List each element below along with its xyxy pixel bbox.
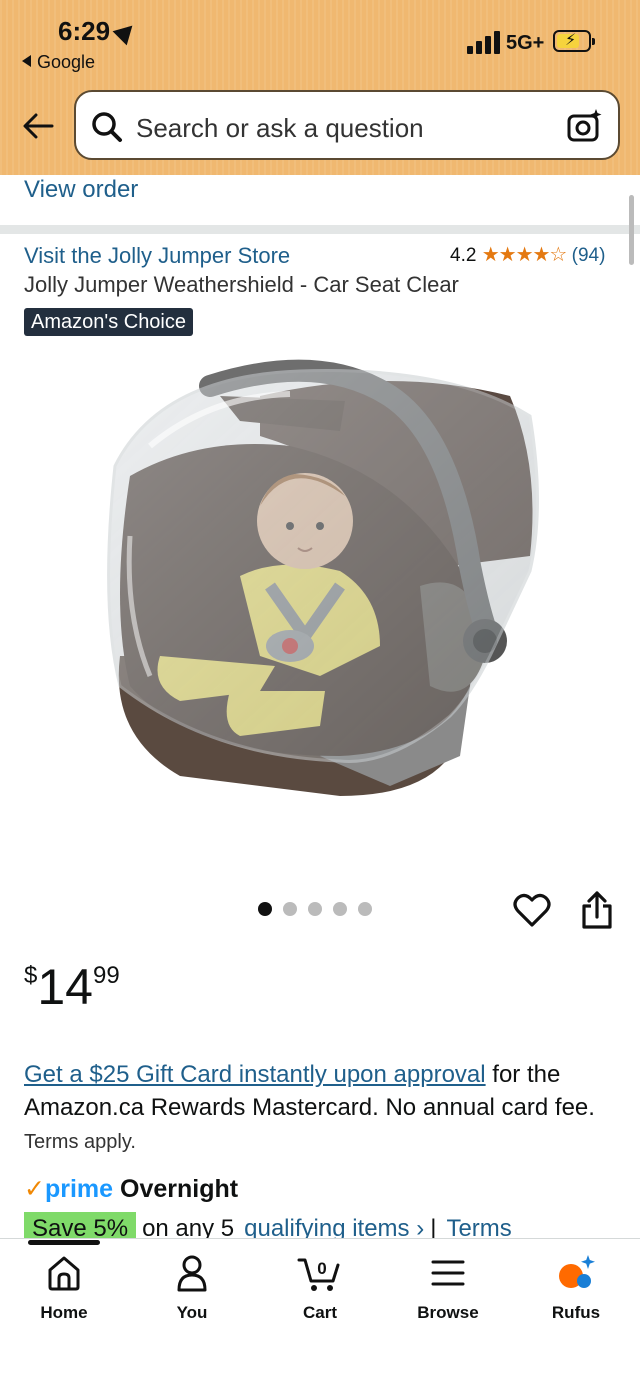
back-arrow-icon[interactable] (18, 106, 58, 146)
gift-card-offer-link[interactable]: Get a $25 Gift Card instantly upon appro… (24, 1061, 486, 1088)
nav-rufus-label: Rufus (551, 1303, 601, 1322)
view-order-link[interactable]: View order (24, 176, 138, 204)
nav-you-label: You (176, 1303, 208, 1322)
nav-browse-label: Browse (417, 1303, 479, 1322)
amazons-choice-badge: Amazon's Choice (24, 308, 193, 336)
nav-you[interactable]: You (137, 1253, 247, 1323)
network-label: 5G+ (506, 32, 545, 54)
nav-cart-label: Cart (302, 1303, 337, 1322)
home-icon (48, 1256, 80, 1291)
search-icon (92, 112, 122, 142)
carousel-dot[interactable] (283, 902, 297, 916)
carousel-dot[interactable] (358, 902, 372, 916)
battery-icon: ⚡ (553, 30, 595, 52)
status-time: 6:29 (58, 16, 140, 47)
nav-cart[interactable]: 0 Cart (265, 1253, 375, 1323)
price: $1499 (24, 958, 120, 1016)
prime-delivery: ✓prime Overnight (24, 1174, 238, 1204)
carousel-dot[interactable] (258, 902, 272, 916)
cart-icon: 0 (297, 1258, 340, 1291)
back-triangle-icon (22, 55, 31, 67)
rating-count[interactable]: (94) (572, 245, 606, 266)
search-bar[interactable]: Search or ask a question (74, 90, 620, 160)
back-to-app-link[interactable]: Google (22, 52, 95, 73)
home-indicator (28, 1240, 100, 1245)
nav-home-label: Home (40, 1303, 88, 1322)
price-currency: $ (24, 962, 38, 989)
nav-browse[interactable]: Browse (393, 1253, 503, 1323)
cart-count: 0 (317, 1259, 326, 1278)
price-fraction: 99 (92, 962, 120, 989)
prime-logo: prime (44, 1175, 114, 1203)
header: 6:29 Google 5G+ ⚡ Search or ask a questi… (0, 0, 640, 175)
camera-search-icon[interactable] (566, 108, 602, 144)
card-offer: Get a $25 Gift Card instantly upon appro… (24, 1058, 604, 1159)
star-rating-icon: ★★★★☆ (481, 244, 568, 266)
price-whole: 14 (37, 959, 93, 1015)
person-icon (177, 1255, 207, 1292)
menu-icon (431, 1260, 465, 1286)
location-arrow-icon (112, 18, 140, 46)
bottom-nav: Home You 0 Cart Browse Rufus (0, 1238, 640, 1386)
rufus-icon (559, 1255, 595, 1288)
product-image[interactable] (90, 356, 550, 806)
scrollbar[interactable] (629, 195, 634, 265)
product-title: Jolly Jumper Weathershield - Car Seat Cl… (24, 272, 459, 297)
offer-terms[interactable]: Terms apply. (24, 1131, 136, 1153)
delivery-speed: Overnight (120, 1175, 239, 1203)
prime-check-icon: ✓ (24, 1175, 45, 1203)
carousel-dot[interactable] (308, 902, 322, 916)
search-placeholder[interactable]: Search or ask a question (136, 113, 424, 144)
rating-value: 4.2 (450, 245, 477, 266)
signal-icon (467, 30, 503, 54)
store-link[interactable]: Visit the Jolly Jumper Store (24, 243, 290, 269)
share-icon[interactable] (578, 890, 616, 930)
heart-icon[interactable] (512, 890, 552, 930)
nav-home[interactable]: Home (9, 1253, 119, 1323)
section-divider (0, 225, 640, 234)
nav-rufus[interactable]: Rufus (521, 1253, 631, 1323)
image-carousel-dots[interactable] (258, 902, 372, 918)
carousel-dot[interactable] (333, 902, 347, 916)
rating-summary[interactable]: 4.2 ★★★★☆ (94) (450, 242, 605, 267)
